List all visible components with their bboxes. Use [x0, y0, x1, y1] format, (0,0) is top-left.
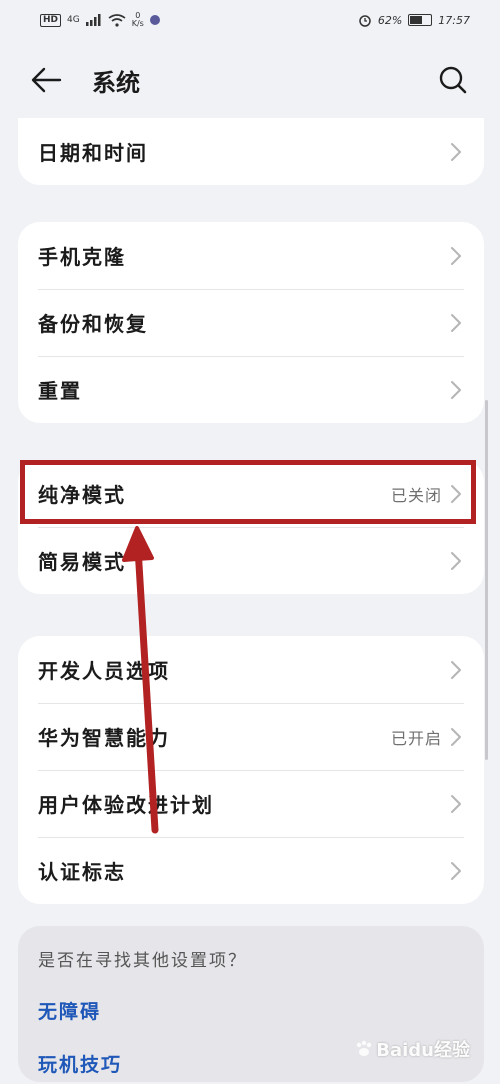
suggestions-title: 是否在寻找其他设置项？ — [38, 951, 247, 971]
settings-item-label: 华为智慧能力 — [38, 726, 170, 750]
network-type: 4G — [67, 15, 80, 25]
chevron-right-icon — [450, 380, 464, 400]
status-bar: HD 4G 0 K/s 62% 17:57 — [0, 0, 500, 40]
settings-item-label: 日期和时间 — [38, 141, 148, 165]
chevron-right-icon — [450, 660, 464, 680]
settings-item-user-experience[interactable]: 用户体验改进计划 — [18, 770, 484, 837]
suggestion-link-accessibility[interactable]: 无障碍 — [38, 997, 464, 1024]
paw-icon — [357, 1040, 372, 1056]
settings-item-label: 认证标志 — [38, 860, 126, 884]
settings-item-date-time[interactable]: 日期和时间 — [18, 118, 484, 185]
app-notification-icon — [149, 15, 160, 25]
settings-item-label: 备份和恢复 — [38, 312, 148, 336]
settings-item-status: 已开启 — [390, 728, 442, 748]
settings-item-label: 重置 — [38, 379, 82, 403]
settings-item-simple-mode[interactable]: 简易模式 — [18, 527, 484, 594]
settings-item-backup-restore[interactable]: 备份和恢复 — [18, 289, 484, 356]
settings-item-label: 简易模式 — [38, 550, 126, 574]
chevron-right-icon — [450, 794, 464, 814]
settings-card-backup: 手机克隆 备份和恢复 重置 — [18, 222, 484, 423]
settings-item-developer-options[interactable]: 开发人员选项 — [18, 636, 484, 703]
settings-item-huawei-intelligence[interactable]: 华为智慧能力 已开启 — [18, 703, 484, 770]
chevron-right-icon — [450, 551, 464, 571]
hd-badge: HD — [40, 13, 62, 27]
settings-card-advanced: 开发人员选项 华为智慧能力 已开启 用户体验改进计划 认证标志 — [18, 636, 484, 904]
page-title: 系统 — [92, 68, 140, 97]
settings-item-label: 开发人员选项 — [38, 659, 170, 683]
back-icon[interactable] — [30, 60, 70, 100]
settings-item-reset[interactable]: 重置 — [18, 356, 484, 423]
network-speed: 0 K/s — [131, 11, 144, 28]
settings-item-certification[interactable]: 认证标志 — [18, 837, 484, 904]
app-bar: 系统 — [0, 50, 500, 110]
annotation-highlight-box — [20, 460, 476, 524]
scrollbar[interactable] — [485, 400, 488, 760]
chevron-right-icon — [450, 861, 464, 881]
chevron-right-icon — [450, 727, 464, 747]
chevron-right-icon — [450, 313, 464, 333]
settings-card-datetime: 日期和时间 — [18, 118, 484, 185]
signal-icon — [85, 14, 101, 26]
settings-item-label: 用户体验改进计划 — [38, 793, 214, 817]
clock: 17:57 — [438, 13, 470, 27]
battery-icon — [408, 14, 433, 26]
alarm-icon — [359, 15, 371, 27]
wifi-icon — [108, 13, 126, 27]
settings-item-phone-clone[interactable]: 手机克隆 — [18, 222, 484, 289]
chevron-right-icon — [450, 142, 464, 162]
chevron-right-icon — [450, 246, 464, 266]
battery-percent: 62% — [377, 13, 403, 27]
search-icon[interactable] — [436, 63, 470, 97]
watermark: Baidu经验 — [354, 1036, 470, 1062]
settings-item-label: 手机克隆 — [38, 245, 126, 269]
